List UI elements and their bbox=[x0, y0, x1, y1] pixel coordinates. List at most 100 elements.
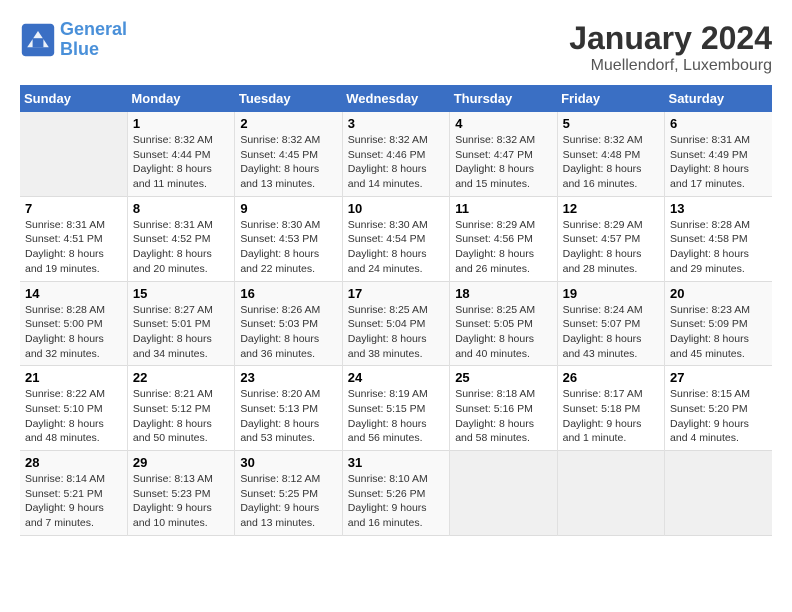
calendar-cell: 12 Sunrise: 8:29 AM Sunset: 4:57 PM Dayli… bbox=[557, 196, 664, 281]
day-number: 13 bbox=[670, 201, 767, 216]
logo: General Blue bbox=[20, 20, 127, 60]
day-number: 6 bbox=[670, 116, 767, 131]
day-number: 7 bbox=[25, 201, 122, 216]
calendar-cell: 6 Sunrise: 8:31 AM Sunset: 4:49 PM Daylig… bbox=[665, 112, 772, 196]
calendar-cell: 27Sunrise: 8:15 AM Sunset: 5:20 PM Dayli… bbox=[665, 366, 772, 451]
day-number: 5 bbox=[563, 116, 659, 131]
calendar-cell: 11 Sunrise: 8:29 AM Sunset: 4:56 PM Dayli… bbox=[450, 196, 557, 281]
month-title: January 2024 bbox=[569, 20, 772, 57]
calendar-cell: 29Sunrise: 8:13 AM Sunset: 5:23 PM Dayli… bbox=[127, 451, 234, 536]
day-info: Sunrise: 8:29 AM Sunset: 4:56 PM Dayligh… bbox=[455, 219, 535, 275]
calendar-week-row: 28 Sunrise: 8:14 AM Sunset: 5:21 PM Dayli… bbox=[20, 451, 772, 536]
day-info: Sunrise: 8:32 AM Sunset: 4:45 PM Dayligh… bbox=[240, 134, 320, 190]
day-info: Sunrise: 8:21 AM Sunset: 5:12 PM Dayligh… bbox=[133, 388, 213, 444]
calendar-table: SundayMondayTuesdayWednesdayThursdayFrid… bbox=[20, 85, 772, 536]
calendar-cell bbox=[450, 451, 557, 536]
calendar-cell: 8Sunrise: 8:31 AM Sunset: 4:52 PM Daylig… bbox=[127, 196, 234, 281]
day-info: Sunrise: 8:30 AM Sunset: 4:54 PM Dayligh… bbox=[348, 219, 428, 275]
day-info: Sunrise: 8:20 AM Sunset: 5:13 PM Dayligh… bbox=[240, 388, 320, 444]
day-number: 31 bbox=[348, 455, 444, 470]
calendar-cell: 15Sunrise: 8:27 AM Sunset: 5:01 PM Dayli… bbox=[127, 281, 234, 366]
logo-line2: Blue bbox=[60, 39, 99, 59]
calendar-cell: 20 Sunrise: 8:23 AM Sunset: 5:09 PM Dayli… bbox=[665, 281, 772, 366]
calendar-cell: 3 Sunrise: 8:32 AM Sunset: 4:46 PM Daylig… bbox=[342, 112, 449, 196]
day-info: Sunrise: 8:26 AM Sunset: 5:03 PM Dayligh… bbox=[240, 304, 320, 360]
calendar-cell: 5 Sunrise: 8:32 AM Sunset: 4:48 PM Daylig… bbox=[557, 112, 664, 196]
logo-icon bbox=[20, 22, 56, 58]
day-number: 10 bbox=[348, 201, 444, 216]
calendar-cell: 30Sunrise: 8:12 AM Sunset: 5:25 PM Dayli… bbox=[235, 451, 342, 536]
page-header: General Blue January 2024 Muellendorf, L… bbox=[20, 20, 772, 75]
calendar-cell bbox=[557, 451, 664, 536]
day-number: 4 bbox=[455, 116, 551, 131]
calendar-cell: 9Sunrise: 8:30 AM Sunset: 4:53 PM Daylig… bbox=[235, 196, 342, 281]
weekday-header-friday: Friday bbox=[557, 85, 664, 112]
day-number: 14 bbox=[25, 286, 122, 301]
logo-line1: General bbox=[60, 19, 127, 39]
day-number: 18 bbox=[455, 286, 551, 301]
weekday-header-sunday: Sunday bbox=[20, 85, 127, 112]
day-info: Sunrise: 8:22 AM Sunset: 5:10 PM Dayligh… bbox=[25, 388, 105, 444]
day-number: 27 bbox=[670, 370, 767, 385]
calendar-cell bbox=[665, 451, 772, 536]
title-block: January 2024 Muellendorf, Luxembourg bbox=[569, 20, 772, 75]
day-info: Sunrise: 8:10 AM Sunset: 5:26 PM Dayligh… bbox=[348, 473, 428, 529]
day-info: Sunrise: 8:28 AM Sunset: 4:58 PM Dayligh… bbox=[670, 219, 750, 275]
calendar-cell: 28 Sunrise: 8:14 AM Sunset: 5:21 PM Dayli… bbox=[20, 451, 127, 536]
calendar-cell: 17 Sunrise: 8:25 AM Sunset: 5:04 PM Dayli… bbox=[342, 281, 449, 366]
weekday-header-tuesday: Tuesday bbox=[235, 85, 342, 112]
day-info: Sunrise: 8:32 AM Sunset: 4:44 PM Dayligh… bbox=[133, 134, 213, 190]
location: Muellendorf, Luxembourg bbox=[569, 57, 772, 75]
day-number: 11 bbox=[455, 201, 551, 216]
weekday-header-monday: Monday bbox=[127, 85, 234, 112]
calendar-cell: 4Sunrise: 8:32 AM Sunset: 4:47 PM Daylig… bbox=[450, 112, 557, 196]
day-number: 3 bbox=[348, 116, 444, 131]
day-info: Sunrise: 8:19 AM Sunset: 5:15 PM Dayligh… bbox=[348, 388, 428, 444]
calendar-cell: 1 Sunrise: 8:32 AM Sunset: 4:44 PM Daylig… bbox=[127, 112, 234, 196]
day-number: 28 bbox=[25, 455, 122, 470]
weekday-header-saturday: Saturday bbox=[665, 85, 772, 112]
calendar-cell: 18 Sunrise: 8:25 AM Sunset: 5:05 PM Dayli… bbox=[450, 281, 557, 366]
day-info: Sunrise: 8:24 AM Sunset: 5:07 PM Dayligh… bbox=[563, 304, 643, 360]
day-info: Sunrise: 8:31 AM Sunset: 4:51 PM Dayligh… bbox=[25, 219, 105, 275]
day-info: Sunrise: 8:29 AM Sunset: 4:57 PM Dayligh… bbox=[563, 219, 643, 275]
day-info: Sunrise: 8:14 AM Sunset: 5:21 PM Dayligh… bbox=[25, 473, 105, 529]
day-number: 29 bbox=[133, 455, 229, 470]
day-info: Sunrise: 8:17 AM Sunset: 5:18 PM Dayligh… bbox=[563, 388, 643, 444]
calendar-week-row: 21Sunrise: 8:22 AM Sunset: 5:10 PM Dayli… bbox=[20, 366, 772, 451]
day-number: 1 bbox=[133, 116, 229, 131]
day-info: Sunrise: 8:23 AM Sunset: 5:09 PM Dayligh… bbox=[670, 304, 750, 360]
logo-text: General Blue bbox=[60, 20, 127, 60]
day-number: 9 bbox=[240, 201, 336, 216]
day-info: Sunrise: 8:12 AM Sunset: 5:25 PM Dayligh… bbox=[240, 473, 320, 529]
day-number: 19 bbox=[563, 286, 659, 301]
calendar-cell: 19 Sunrise: 8:24 AM Sunset: 5:07 PM Dayli… bbox=[557, 281, 664, 366]
weekday-header-thursday: Thursday bbox=[450, 85, 557, 112]
day-number: 16 bbox=[240, 286, 336, 301]
day-info: Sunrise: 8:32 AM Sunset: 4:48 PM Dayligh… bbox=[563, 134, 643, 190]
day-number: 15 bbox=[133, 286, 229, 301]
day-number: 17 bbox=[348, 286, 444, 301]
day-number: 25 bbox=[455, 370, 551, 385]
calendar-cell: 7 Sunrise: 8:31 AM Sunset: 4:51 PM Daylig… bbox=[20, 196, 127, 281]
weekday-header-wednesday: Wednesday bbox=[342, 85, 449, 112]
day-info: Sunrise: 8:25 AM Sunset: 5:05 PM Dayligh… bbox=[455, 304, 535, 360]
calendar-cell: 25Sunrise: 8:18 AM Sunset: 5:16 PM Dayli… bbox=[450, 366, 557, 451]
calendar-cell: 23Sunrise: 8:20 AM Sunset: 5:13 PM Dayli… bbox=[235, 366, 342, 451]
day-number: 12 bbox=[563, 201, 659, 216]
calendar-cell: 31 Sunrise: 8:10 AM Sunset: 5:26 PM Dayli… bbox=[342, 451, 449, 536]
calendar-cell: 16 Sunrise: 8:26 AM Sunset: 5:03 PM Dayli… bbox=[235, 281, 342, 366]
calendar-cell: 24 Sunrise: 8:19 AM Sunset: 5:15 PM Dayli… bbox=[342, 366, 449, 451]
calendar-cell bbox=[20, 112, 127, 196]
day-number: 26 bbox=[563, 370, 659, 385]
day-number: 20 bbox=[670, 286, 767, 301]
calendar-week-row: 7 Sunrise: 8:31 AM Sunset: 4:51 PM Daylig… bbox=[20, 196, 772, 281]
day-info: Sunrise: 8:31 AM Sunset: 4:49 PM Dayligh… bbox=[670, 134, 750, 190]
day-number: 24 bbox=[348, 370, 444, 385]
calendar-cell: 10 Sunrise: 8:30 AM Sunset: 4:54 PM Dayli… bbox=[342, 196, 449, 281]
day-number: 8 bbox=[133, 201, 229, 216]
day-info: Sunrise: 8:32 AM Sunset: 4:46 PM Dayligh… bbox=[348, 134, 428, 190]
calendar-cell: 22Sunrise: 8:21 AM Sunset: 5:12 PM Dayli… bbox=[127, 366, 234, 451]
day-info: Sunrise: 8:25 AM Sunset: 5:04 PM Dayligh… bbox=[348, 304, 428, 360]
weekday-header-row: SundayMondayTuesdayWednesdayThursdayFrid… bbox=[20, 85, 772, 112]
